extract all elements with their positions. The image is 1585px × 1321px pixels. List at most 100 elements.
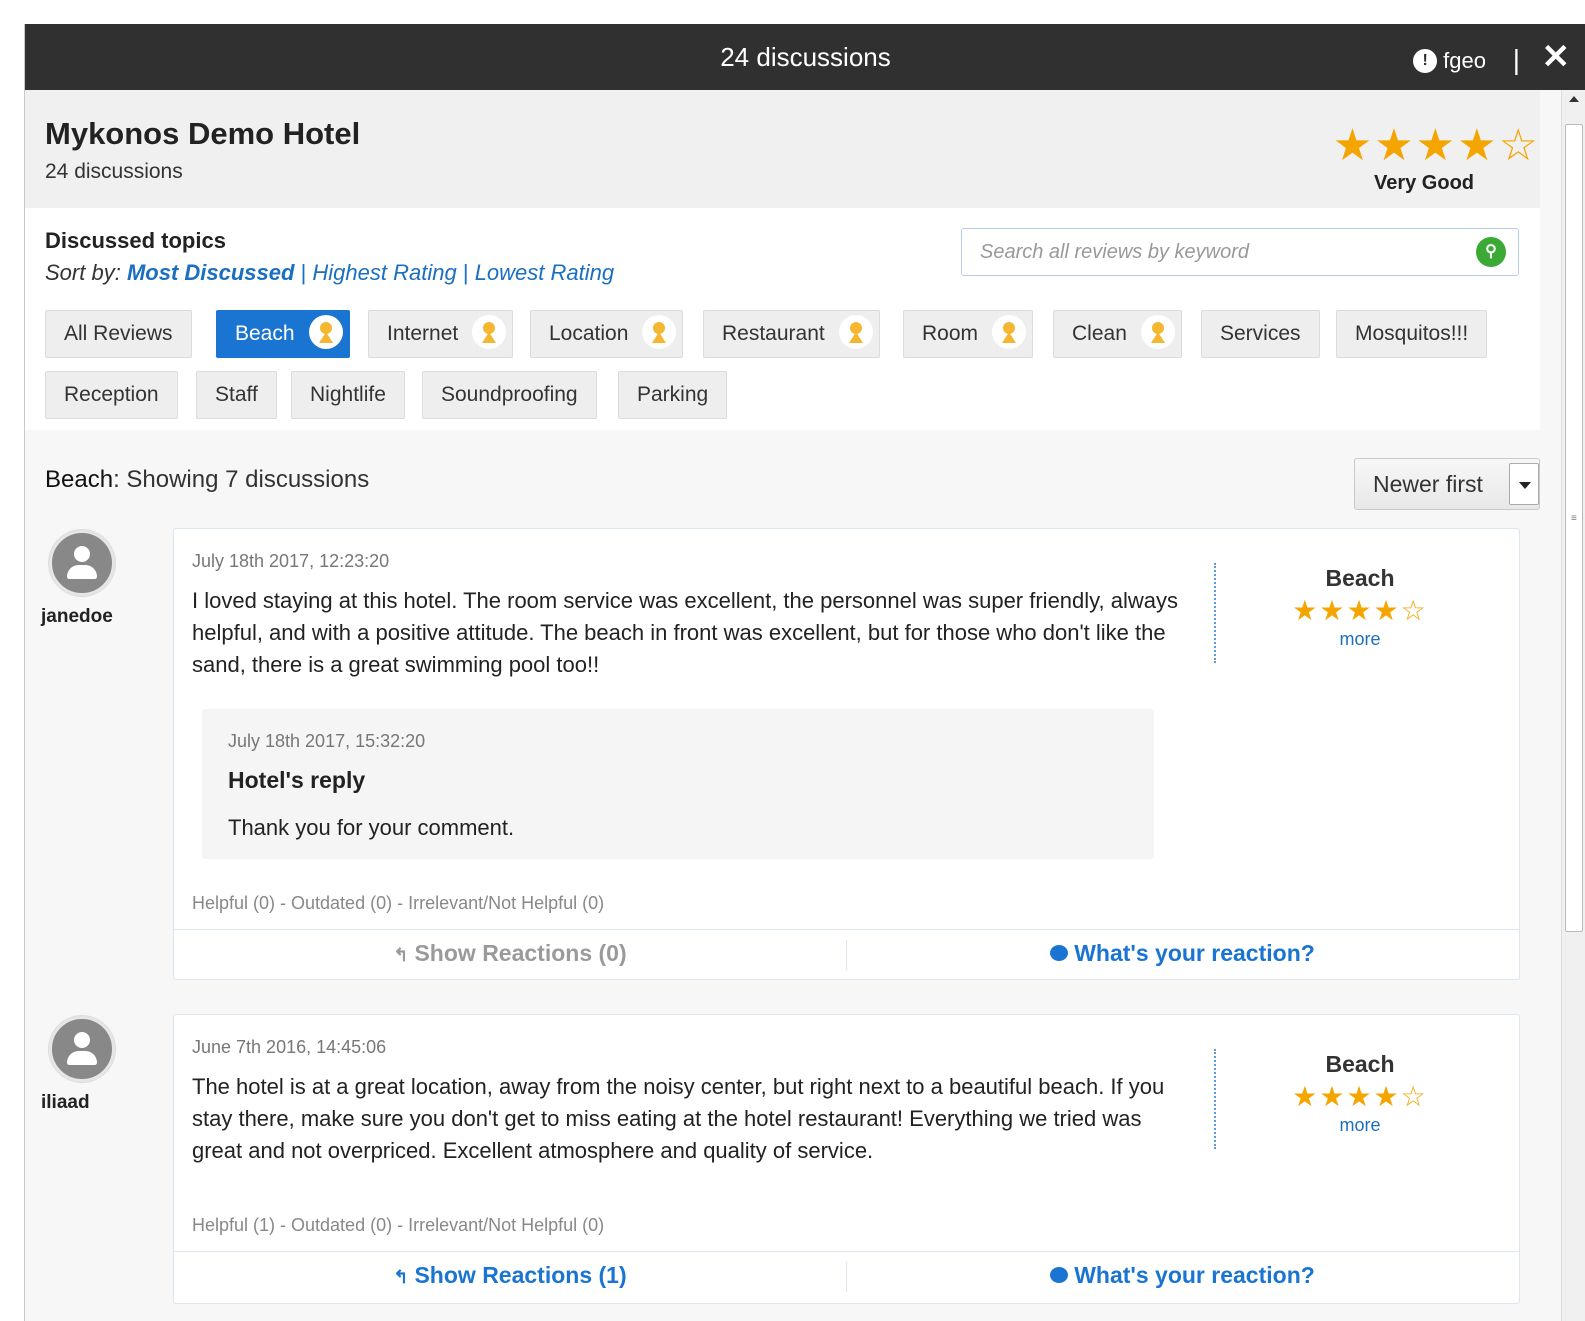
feedback-counts: Helpful (1) - Outdated (0) - Irrelevant/… <box>192 1215 605 1235</box>
topic-chip-room[interactable]: Room <box>903 310 1034 358</box>
sort-order-select[interactable]: Newer first <box>1354 458 1540 510</box>
topic-chip-nightlife[interactable]: Nightlife <box>291 371 405 419</box>
filter-bar: Beach: Showing 7 discussions Newer first <box>25 430 1540 526</box>
chip-label: Services <box>1220 322 1301 345</box>
filter-summary: Beach: Showing 7 discussions <box>45 466 369 494</box>
review-card-footer: ↰ Show Reactions (1) What's your reaction… <box>174 1251 1519 1301</box>
hotel-reply: July 18th 2017, 15:32:20 Hotel's reply T… <box>202 709 1154 859</box>
review-search: ⚲ <box>961 228 1519 276</box>
topic-chip-beach[interactable]: Beach <box>216 310 350 358</box>
show-reactions-button[interactable]: ↰ Show Reactions (1) <box>174 1262 846 1289</box>
chip-label: Mosquitos!!! <box>1355 322 1469 345</box>
award-icon <box>472 315 507 350</box>
chat-bubble-icon <box>1050 1266 1069 1283</box>
user-icon: ! <box>1413 49 1438 73</box>
modal-titlebar: 24 discussions ! fgeo | ✕ <box>25 24 1585 90</box>
review-card: July 18th 2017, 12:23:20 I loved staying… <box>173 528 1520 980</box>
close-icon[interactable]: ✕ <box>1542 40 1571 74</box>
reviewer-name: iliaad <box>41 1092 90 1113</box>
scrollbar-thumb[interactable]: ≡ <box>1565 124 1583 932</box>
chip-label: Reception <box>64 383 159 406</box>
show-reactions-label: Show Reactions (1) <box>414 1262 627 1288</box>
review-topic-rating: Beach ★★★★☆ more <box>1214 1049 1504 1149</box>
award-icon <box>838 315 873 350</box>
filter-topic: Beach <box>45 466 114 493</box>
reaction-prompt-label: What's your reaction? <box>1074 940 1315 966</box>
user-menu[interactable]: ! fgeo <box>1413 48 1486 74</box>
chevron-down-icon[interactable] <box>1509 463 1539 505</box>
review-text: I loved staying at this hotel. The room … <box>192 588 1179 677</box>
feedback-counts: Helpful (0) - Outdated (0) - Irrelevant/… <box>192 893 605 913</box>
review-text: The hotel is at a great location, away f… <box>192 1074 1165 1163</box>
sort-by-bar: Sort by: Most Discussed | Highest Rating… <box>45 260 614 286</box>
topic-chip-soundproofing[interactable]: Soundproofing <box>422 371 597 419</box>
search-input[interactable] <box>962 229 1442 275</box>
topic-chip-mosquitos[interactable]: Mosquitos!!! <box>1336 310 1488 358</box>
review-topic-stars: ★★★★☆ <box>1292 1081 1428 1112</box>
topic-chip-clean[interactable]: Clean <box>1053 310 1182 358</box>
review-item: iliaad June 7th 2016, 14:45:06 The hotel… <box>25 1012 1540 1312</box>
chip-label: Parking <box>637 383 709 406</box>
award-icon <box>1140 315 1175 350</box>
review-date: July 18th 2017, 12:23:20 <box>192 551 390 571</box>
reaction-prompt-label: What's your reaction? <box>1074 1262 1315 1288</box>
review-topic-rating: Beach ★★★★☆ more <box>1214 563 1504 663</box>
reply-arrow-icon: ↰ <box>393 1267 409 1287</box>
topic-chip-services[interactable]: Services <box>1201 310 1320 358</box>
chip-label: Soundproofing <box>441 383 578 406</box>
topics-title: Discussed topics <box>45 228 226 253</box>
topic-chip-reception[interactable]: Reception <box>45 371 178 419</box>
discussions-modal: 24 discussions ! fgeo | ✕ ≡ Mykonos Demo… <box>24 24 1585 1321</box>
topic-chip-staff[interactable]: Staff <box>196 371 277 419</box>
sort-separator: | <box>462 260 469 285</box>
review-topic-name: Beach <box>1325 565 1395 591</box>
modal-title: 24 discussions <box>720 42 891 72</box>
avatar-icon <box>49 1016 115 1082</box>
scroll-up-arrow-icon[interactable] <box>1569 96 1579 102</box>
chip-label: Internet <box>387 322 459 345</box>
chip-label: Clean <box>1072 322 1127 345</box>
more-link[interactable]: more <box>1216 1115 1504 1136</box>
review-date: June 7th 2016, 14:45:06 <box>192 1037 387 1057</box>
reply-title: Hotel's reply <box>228 767 366 793</box>
chat-bubble-icon <box>1050 944 1069 961</box>
sort-by-label: Sort by: <box>45 260 121 285</box>
discussed-topics-panel: Discussed topics Sort by: Most Discussed… <box>25 208 1540 430</box>
chip-label: Staff <box>215 383 258 406</box>
more-link[interactable]: more <box>1216 629 1504 650</box>
reply-arrow-icon: ↰ <box>393 945 409 965</box>
reviewer-name: janedoe <box>41 606 113 627</box>
grip-icon: ≡ <box>1571 513 1577 524</box>
topic-chip-location[interactable]: Location <box>530 310 684 358</box>
chip-label: Restaurant <box>722 322 825 345</box>
chip-label: Nightlife <box>310 383 386 406</box>
topic-chip-restaurant[interactable]: Restaurant <box>703 310 880 358</box>
review-card-footer: ↰ Show Reactions (0) What's your reaction… <box>174 929 1519 979</box>
hotel-header: Mykonos Demo Hotel 24 discussions ★★★★☆ … <box>25 90 1540 208</box>
award-icon <box>308 315 343 350</box>
show-reactions-label: Show Reactions (0) <box>414 940 627 966</box>
whats-your-reaction-button[interactable]: What's your reaction? <box>846 1262 1519 1289</box>
topic-chip-all-reviews[interactable]: All Reviews <box>45 310 192 358</box>
hotel-name: Mykonos Demo Hotel <box>45 116 361 151</box>
whats-your-reaction-button[interactable]: What's your reaction? <box>846 940 1519 967</box>
vertical-scrollbar[interactable]: ≡ <box>1561 90 1585 1321</box>
reviewer: iliaad <box>41 1016 131 1114</box>
review-item: janedoe July 18th 2017, 12:23:20 I loved… <box>25 526 1540 1006</box>
award-icon <box>992 315 1027 350</box>
titlebar-separator: | <box>1512 44 1520 75</box>
reviewer: janedoe <box>41 530 131 628</box>
topic-chip-parking[interactable]: Parking <box>618 371 728 419</box>
filter-count-text: : Showing 7 discussions <box>113 466 370 493</box>
sort-most-discussed[interactable]: Most Discussed <box>127 260 295 285</box>
topic-chip-internet[interactable]: Internet <box>368 310 514 358</box>
search-icon[interactable]: ⚲ <box>1476 237 1506 267</box>
hotel-rating-stars: ★★★★☆ <box>1332 121 1540 170</box>
reply-text: Thank you for your comment. <box>228 815 515 840</box>
review-topic-stars: ★★★★☆ <box>1292 595 1428 626</box>
show-reactions-button[interactable]: ↰ Show Reactions (0) <box>174 940 846 967</box>
sort-highest-rating[interactable]: Highest Rating <box>312 260 456 285</box>
review-card: June 7th 2016, 14:45:06 The hotel is at … <box>173 1014 1520 1304</box>
review-topic-name: Beach <box>1325 1051 1395 1077</box>
sort-lowest-rating[interactable]: Lowest Rating <box>475 260 614 285</box>
